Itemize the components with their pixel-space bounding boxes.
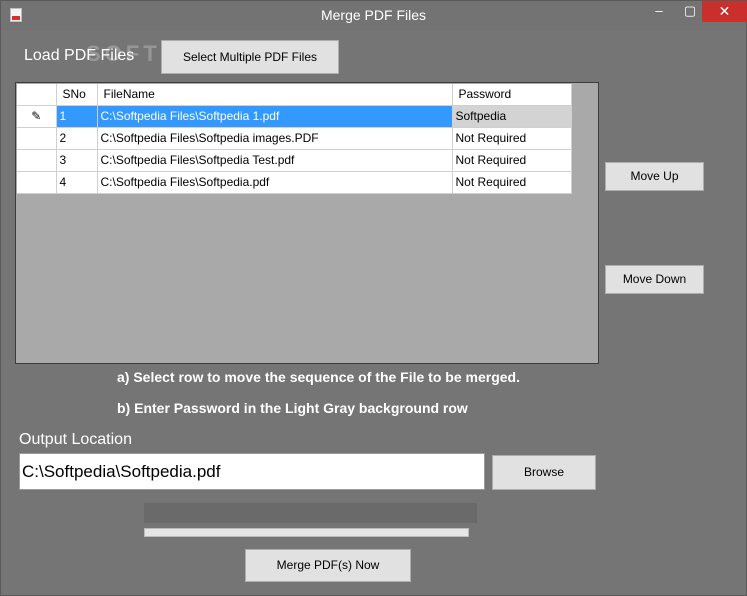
cell-password[interactable]: Not Required — [452, 171, 572, 194]
minimize-icon[interactable]: ‒ — [647, 1, 671, 22]
move-down-button[interactable]: Move Down — [605, 265, 704, 294]
table-row[interactable]: 4 C:\Softpedia Files\Softpedia.pdf Not R… — [17, 171, 572, 194]
row-header[interactable] — [17, 171, 57, 194]
title-bar[interactable]: Merge PDF Files ‒ ▢ ✕ — [1, 1, 747, 31]
cell-sno[interactable]: 4 — [56, 171, 98, 194]
close-icon[interactable]: ✕ — [702, 1, 747, 22]
cell-sno[interactable]: 2 — [56, 127, 98, 150]
cell-password[interactable]: Not Required — [452, 149, 572, 172]
maximize-icon[interactable]: ▢ — [678, 1, 702, 22]
cell-sno[interactable]: 1 — [56, 105, 98, 128]
cell-password[interactable]: Softpedia — [452, 105, 572, 128]
select-multiple-pdf-button[interactable]: Select Multiple PDF Files — [161, 40, 339, 74]
cell-filename[interactable]: C:\Softpedia Files\Softpedia images.PDF — [97, 127, 453, 150]
instruction-enter-password: b) Enter Password in the Light Gray back… — [117, 400, 468, 416]
cell-password[interactable]: Not Required — [452, 127, 572, 150]
cell-filename[interactable]: C:\Softpedia Files\Softpedia Test.pdf — [97, 149, 453, 172]
row-header-corner — [17, 84, 57, 106]
window-title: Merge PDF Files — [320, 7, 427, 23]
output-location-label: Output Location — [19, 431, 132, 448]
cell-filename[interactable]: C:\Softpedia Files\Softpedia 1.pdf — [97, 105, 453, 128]
table-row[interactable]: ✎ 1 C:\Softpedia Files\Softpedia 1.pdf S… — [17, 105, 572, 128]
instruction-select-row: a) Select row to move the sequence of th… — [117, 369, 520, 385]
merge-progress-bar — [144, 528, 469, 537]
pdf-files-grid[interactable]: SNo FileName Password ✎ 1 C:\Softpedia F… — [15, 82, 599, 364]
column-header-filename[interactable]: FileName — [97, 84, 453, 106]
merge-pdfs-now-button[interactable]: Merge PDF(s) Now — [245, 549, 411, 582]
column-header-sno[interactable]: SNo — [56, 84, 98, 106]
merge-pdf-window: Merge PDF Files ‒ ▢ ✕ Load PDF Files SOF… — [0, 0, 747, 596]
table-row[interactable]: 3 C:\Softpedia Files\Softpedia Test.pdf … — [17, 149, 572, 172]
output-location-input[interactable] — [19, 453, 485, 490]
column-header-password[interactable]: Password — [452, 84, 572, 106]
browse-button[interactable]: Browse — [492, 455, 596, 490]
table-row[interactable]: 2 C:\Softpedia Files\Softpedia images.PD… — [17, 127, 572, 150]
grid-header-row: SNo FileName Password — [17, 84, 572, 106]
pdf-files-table: SNo FileName Password ✎ 1 C:\Softpedia F… — [17, 84, 572, 194]
move-up-button[interactable]: Move Up — [605, 162, 704, 191]
cell-filename[interactable]: C:\Softpedia Files\Softpedia.pdf — [97, 171, 453, 194]
row-header[interactable] — [17, 149, 57, 172]
status-panel — [144, 503, 477, 523]
cell-sno[interactable]: 3 — [56, 149, 98, 172]
row-edit-icon[interactable]: ✎ — [17, 105, 57, 128]
row-header[interactable] — [17, 127, 57, 150]
